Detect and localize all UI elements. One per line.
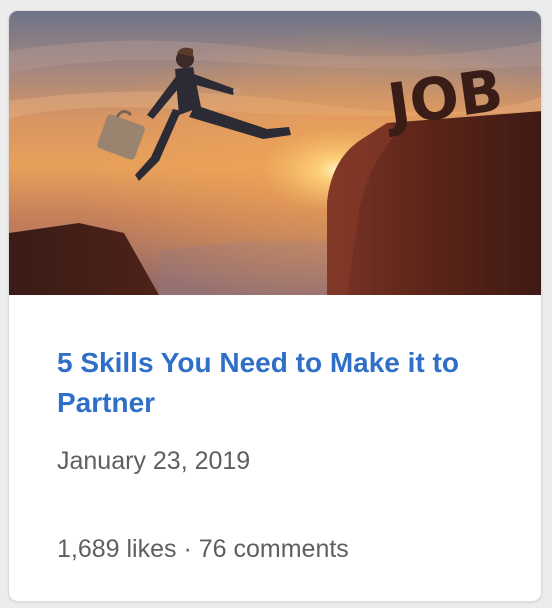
- comments-count[interactable]: 76 comments: [199, 535, 349, 563]
- stats-separator: ·: [176, 535, 199, 563]
- article-thumbnail[interactable]: JOB: [9, 11, 541, 295]
- article-title-link[interactable]: 5 Skills You Need to Make it to Partner: [57, 343, 517, 423]
- publish-date: January 23, 2019: [57, 447, 251, 475]
- article-image: JOB: [9, 11, 541, 295]
- likes-count[interactable]: 1,689 likes: [57, 535, 177, 563]
- engagement-stats: 1,689 likes · 76 comments: [57, 533, 349, 565]
- article-card[interactable]: JOB 5 Skills You Need to Make it to Part…: [8, 10, 542, 602]
